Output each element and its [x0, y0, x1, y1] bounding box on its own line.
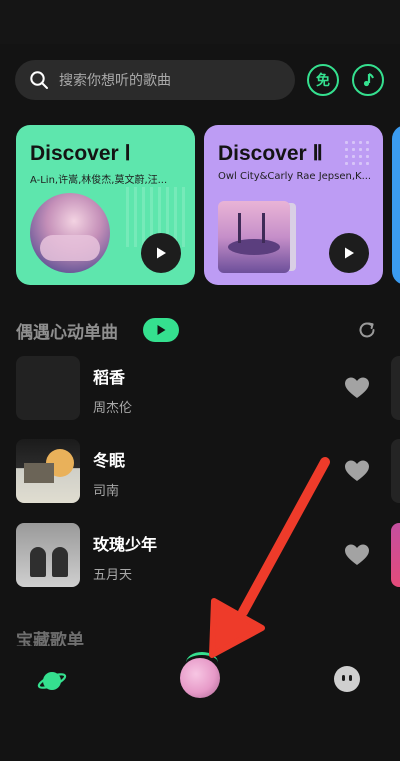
heart-icon[interactable] [344, 376, 370, 400]
music-note-glyph [363, 73, 374, 87]
card-artists: A-Lin,许嵩,林俊杰,莫文蔚,汪... [30, 175, 168, 186]
song-cover [16, 439, 80, 503]
next-item-peek [391, 439, 400, 503]
section-play-button[interactable] [143, 318, 179, 342]
card-cover-art [30, 193, 110, 273]
search-placeholder: 搜索你想听的歌曲 [59, 73, 171, 89]
song-row[interactable]: 玫瑰少年 五月天 [16, 523, 400, 587]
song-artist: 五月天 [93, 568, 133, 583]
song-row[interactable]: 冬眠 司南 [16, 439, 400, 503]
card-cover-art [218, 201, 290, 273]
refresh-icon[interactable] [356, 319, 378, 341]
next-item-peek [391, 356, 400, 420]
search-bar[interactable]: 搜索你想听的歌曲 [15, 60, 295, 100]
song-cover [16, 523, 80, 587]
song-name: 玫瑰少年 [93, 535, 158, 554]
song-artist: 周杰伦 [93, 401, 133, 416]
status-bar [0, 0, 400, 44]
section-title: 偶遇心动单曲 [16, 323, 118, 343]
play-button[interactable] [329, 233, 369, 273]
card-title: Discover Ⅰ [30, 142, 131, 165]
play-icon [157, 325, 166, 335]
song-artist: 司南 [93, 484, 120, 499]
disc-icon[interactable] [180, 652, 220, 698]
planet-icon[interactable] [37, 666, 67, 696]
next-item-peek [391, 523, 400, 587]
song-name: 冬眠 [93, 451, 126, 470]
card-artists: Owl City&Carly Rae Jepsen,K... [218, 171, 372, 182]
play-icon [157, 247, 166, 259]
song-cover [16, 356, 80, 420]
discover-card-3-peek[interactable] [392, 125, 400, 285]
face-icon[interactable] [334, 666, 360, 692]
music-note-icon[interactable] [352, 64, 384, 96]
heart-icon[interactable] [344, 459, 370, 483]
song-row[interactable]: 稻香 周杰伦 [16, 356, 400, 420]
free-badge-icon[interactable]: 免 [307, 64, 339, 96]
search-icon [30, 71, 48, 89]
card-title: Discover Ⅱ [218, 142, 323, 165]
card-decoration [343, 139, 369, 165]
heart-icon[interactable] [344, 543, 370, 567]
play-icon [345, 247, 354, 259]
next-section-title: 宝藏歌单 [16, 631, 84, 646]
discover-card-2[interactable]: Discover Ⅱ Owl City&Carly Rae Jepsen,K..… [204, 125, 383, 285]
discover-card-1[interactable]: Discover Ⅰ A-Lin,许嵩,林俊杰,莫文蔚,汪... [16, 125, 195, 285]
free-badge-label: 免 [316, 73, 330, 89]
song-name: 稻香 [93, 368, 126, 387]
play-button[interactable] [141, 233, 181, 273]
